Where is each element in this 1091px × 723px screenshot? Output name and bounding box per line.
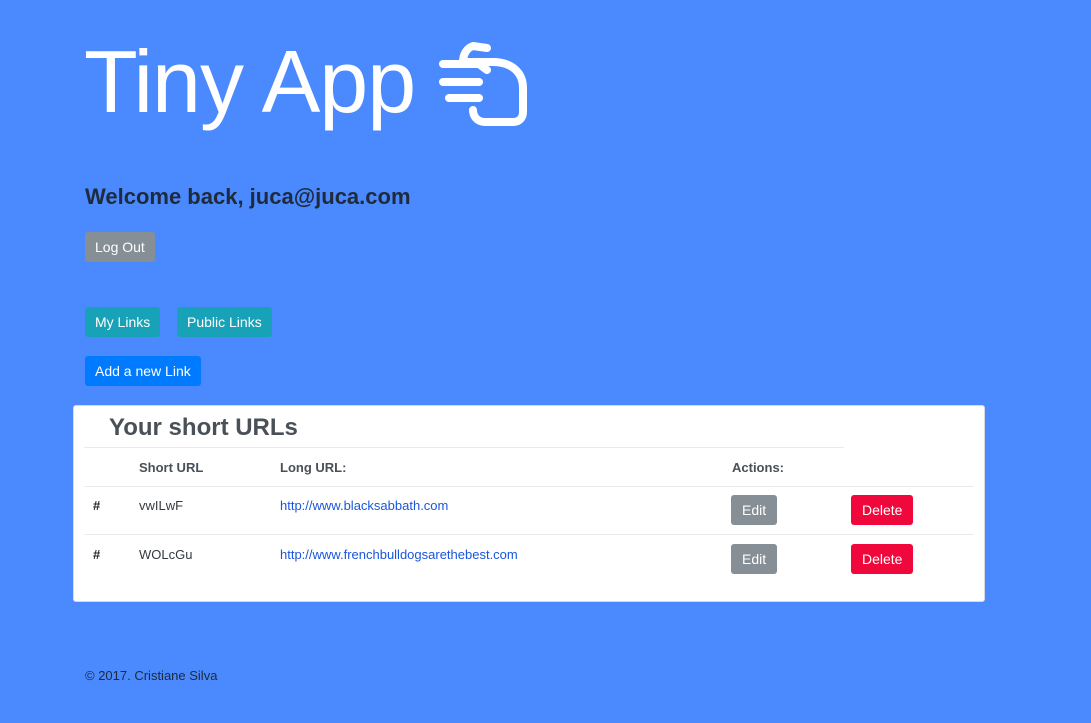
- column-header-short-url: Short URL: [139, 460, 204, 475]
- long-url-link[interactable]: http://www.blacksabbath.com: [280, 498, 448, 513]
- add-link-button[interactable]: Add a new Link: [85, 356, 201, 386]
- long-url-link[interactable]: http://www.frenchbulldogsarethebest.com: [280, 547, 518, 562]
- edit-button[interactable]: Edit: [731, 544, 778, 574]
- pointing-hand-icon: [435, 42, 529, 126]
- short-url-cell: WOLcGu: [139, 547, 193, 562]
- delete-button[interactable]: Delete: [851, 544, 914, 574]
- row-index: #: [93, 498, 101, 513]
- footer-copyright: © 2017. Cristiane Silva: [85, 668, 218, 683]
- title-divider: [84, 447, 844, 448]
- header-divider: [84, 486, 974, 487]
- short-url-cell: vwILwF: [139, 498, 184, 513]
- row-index: #: [93, 547, 101, 562]
- app-header: Tiny App: [84, 38, 529, 126]
- public-links-button[interactable]: Public Links: [177, 307, 272, 337]
- my-links-button[interactable]: My Links: [85, 307, 161, 337]
- delete-button[interactable]: Delete: [851, 495, 914, 525]
- row-divider: [84, 534, 974, 535]
- panel-title: Your short URLs: [109, 414, 298, 441]
- short-urls-panel: Your short URLs Short URL Long URL: Acti…: [73, 405, 985, 602]
- column-header-actions: Actions:: [732, 460, 784, 475]
- app-title: Tiny App: [84, 32, 416, 131]
- edit-button[interactable]: Edit: [731, 495, 778, 525]
- logout-button[interactable]: Log Out: [85, 232, 155, 262]
- column-header-long-url: Long URL:: [280, 460, 347, 475]
- welcome-message: Welcome back, juca@juca.com: [85, 184, 411, 209]
